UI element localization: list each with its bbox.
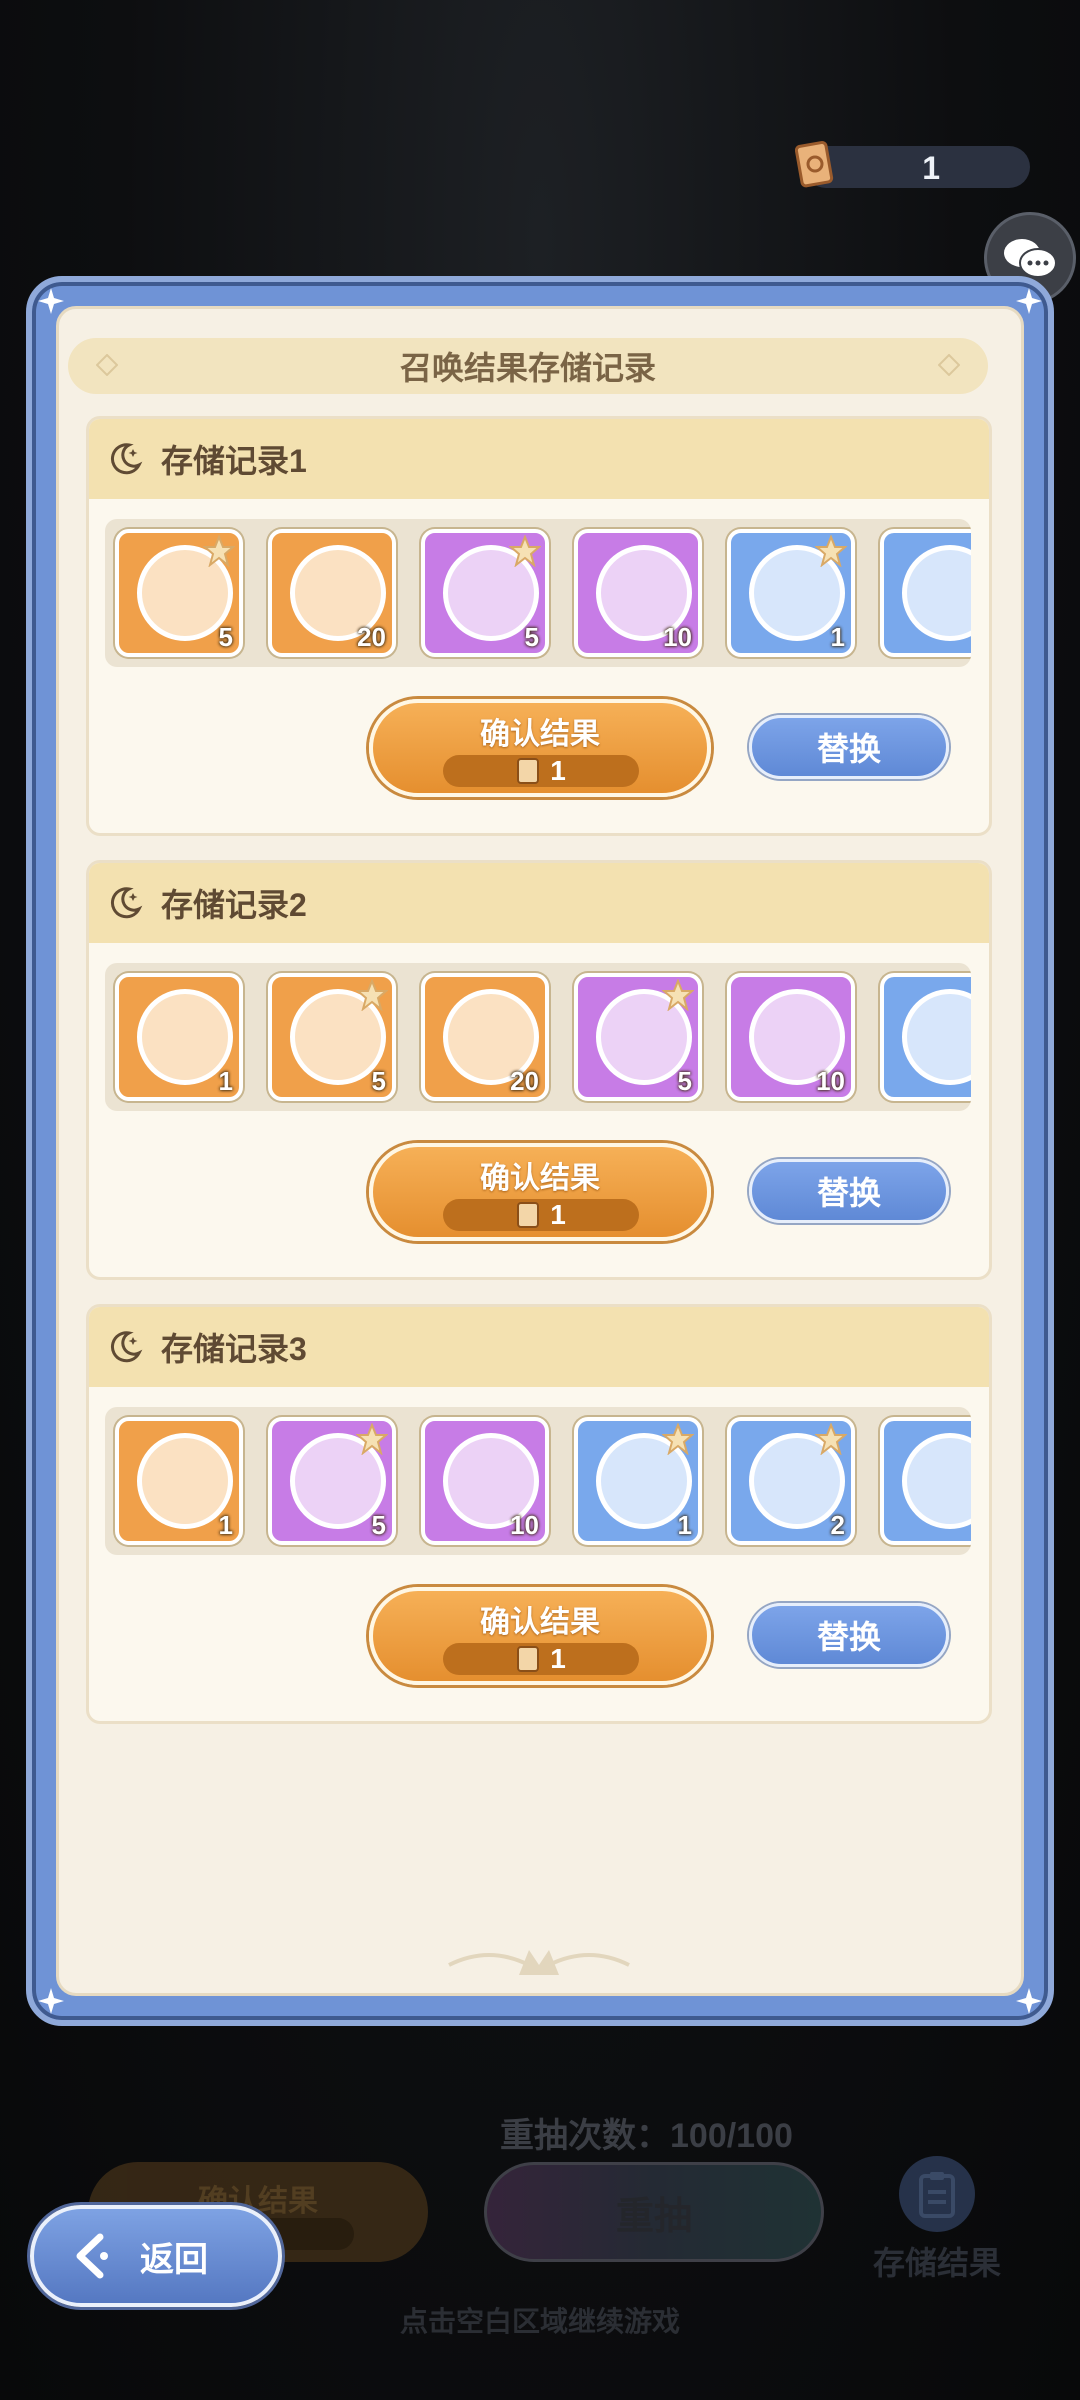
- ticket-icon: [517, 1202, 540, 1228]
- confirm-cost-value: 1: [550, 1643, 566, 1674]
- corner-star-icon: [38, 1988, 64, 2014]
- purple-blob-item[interactable]: [880, 529, 971, 657]
- storage-record: 存储记录3 1 5 10 1 2 确认结果 1 替换: [86, 1304, 992, 1724]
- reward-items-row[interactable]: 1 5 20 5 10: [105, 963, 971, 1111]
- record-title: 存储记录3: [161, 1331, 307, 1367]
- replace-button[interactable]: 替换: [749, 1603, 949, 1667]
- item-count: 5: [218, 622, 233, 652]
- star-badge-icon: [356, 1423, 388, 1455]
- reward-items-row[interactable]: 1 5 10 1 2: [105, 1407, 971, 1555]
- item-count: 5: [677, 1066, 692, 1096]
- grey-cat-item[interactable]: [880, 1417, 971, 1545]
- pink-hair-girl-item[interactable]: 5: [268, 973, 396, 1101]
- purple-orb-item[interactable]: 10: [727, 973, 855, 1101]
- confirm-label: 确认结果: [480, 1162, 600, 1195]
- star-badge-icon: [815, 535, 847, 567]
- replace-button[interactable]: 替换: [749, 715, 949, 779]
- moon-icon: [110, 887, 143, 919]
- ticket-currency: 1: [795, 141, 1030, 188]
- ticket-icon: [517, 758, 540, 784]
- green-dragon-item[interactable]: 1: [727, 529, 855, 657]
- confirm-cost-value: 1: [550, 1199, 566, 1230]
- confirm-label: 确认结果: [480, 718, 600, 751]
- record-title: 存储记录1: [161, 443, 307, 479]
- ticket-count: 1: [922, 150, 940, 186]
- confirm-cost: 1: [443, 1199, 639, 1231]
- grey-cat-portrait: [902, 1433, 971, 1529]
- corner-star-icon: [1016, 1988, 1042, 2014]
- panel-title-bar: 召唤结果存储记录: [68, 338, 988, 394]
- star-badge-icon: [509, 535, 541, 567]
- item-count: 1: [218, 1066, 233, 1096]
- confirm-result-button[interactable]: 确认结果 1: [369, 1587, 711, 1685]
- item-count: 10: [663, 622, 692, 652]
- record-header: 存储记录3: [89, 1307, 989, 1387]
- item-count: 5: [524, 622, 539, 652]
- star-badge-icon: [815, 1423, 847, 1455]
- record-title: 存储记录2: [161, 887, 307, 923]
- confirm-label: 确认结果: [480, 1606, 600, 1639]
- item-count: 5: [371, 1066, 386, 1096]
- teal-cat-item[interactable]: 5: [268, 1417, 396, 1545]
- back-arrow-icon: [76, 2233, 108, 2279]
- teal-cat-item[interactable]: 5: [574, 973, 702, 1101]
- confirm-cost-value: 1: [550, 755, 566, 786]
- storage-record: 存储记录1 5 20 5 10 1 确认结果 1 替换: [86, 416, 992, 836]
- star-badge-icon: [662, 1423, 694, 1455]
- purple-orb-item[interactable]: 10: [421, 1417, 549, 1545]
- diamond-icon: [96, 354, 118, 376]
- reroll-button[interactable]: 重抽: [484, 2162, 824, 2262]
- ticket-icon: [795, 141, 834, 188]
- confirm-cost: 1: [443, 755, 639, 787]
- pink-dragon-item[interactable]: 5: [421, 529, 549, 657]
- item-count: 20: [510, 1066, 539, 1096]
- replace-button[interactable]: 替换: [749, 1159, 949, 1223]
- moon-icon: [110, 443, 143, 475]
- item-count: 10: [816, 1066, 845, 1096]
- item-count: 1: [677, 1510, 692, 1540]
- record-header: 存储记录1: [89, 419, 989, 499]
- black-hat-character-item[interactable]: 1: [115, 973, 243, 1101]
- item-count: 2: [830, 1510, 845, 1540]
- diamond-icon: [938, 354, 960, 376]
- white-blob-portrait: [902, 989, 971, 1085]
- back-label: 返回: [140, 2240, 208, 2279]
- confirm-result-button[interactable]: 确认结果 1: [369, 1143, 711, 1241]
- orange-orb-item[interactable]: 20: [268, 529, 396, 657]
- ticket-icon: [517, 1646, 540, 1672]
- white-blob-item[interactable]: [880, 973, 971, 1101]
- star-badge-icon: [203, 535, 235, 567]
- star-badge-icon: [356, 979, 388, 1011]
- panel-ornament-icon: [448, 1950, 630, 1975]
- star-badge-icon: [662, 979, 694, 1011]
- store-results-label: 存储结果: [872, 2245, 1001, 2281]
- confirm-cost: 1: [443, 1643, 639, 1675]
- confirm-result-button[interactable]: 确认结果 1: [369, 699, 711, 797]
- back-button[interactable]: 返回: [30, 2205, 282, 2307]
- record-header: 存储记录2: [89, 863, 989, 943]
- store-results-button[interactable]: 存储结果: [862, 2156, 1012, 2296]
- black-hat-character-item[interactable]: 1: [115, 1417, 243, 1545]
- item-count: 1: [830, 622, 845, 652]
- purple-orb-item[interactable]: 10: [574, 529, 702, 657]
- purple-blob-portrait: [902, 545, 971, 641]
- item-count: 5: [371, 1510, 386, 1540]
- continue-hint: 点击空白区域继续游戏: [399, 2306, 680, 2337]
- purple-blob-item[interactable]: 2: [727, 1417, 855, 1545]
- white-blob-item[interactable]: 1: [574, 1417, 702, 1545]
- storage-record: 存储记录2 1 5 20 5 10 确认结果 1 替换: [86, 860, 992, 1280]
- panel-title: 召唤结果存储记录: [399, 350, 656, 386]
- corner-star-icon: [1016, 288, 1042, 314]
- orange-orb-item[interactable]: 20: [421, 973, 549, 1101]
- item-count: 20: [357, 622, 386, 652]
- reward-items-row[interactable]: 5 20 5 10 1: [105, 519, 971, 667]
- moon-icon: [110, 1331, 143, 1363]
- item-count: 10: [510, 1510, 539, 1540]
- corner-star-icon: [38, 288, 64, 314]
- item-count: 1: [218, 1510, 233, 1540]
- clipboard-icon: [899, 2156, 975, 2232]
- reroll-count: 重抽次数：100/100: [500, 2117, 793, 2155]
- pink-hair-girl-item[interactable]: 5: [115, 529, 243, 657]
